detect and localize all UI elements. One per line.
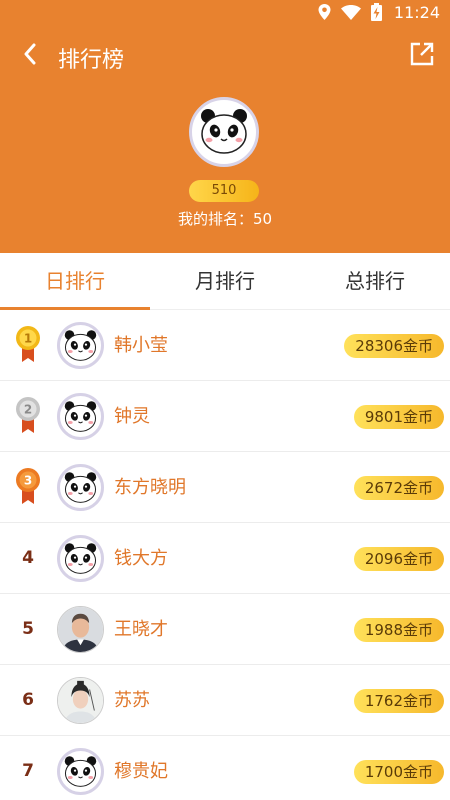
list-item[interactable]: 7 穆贵妃 1700金币: [0, 736, 450, 800]
page-title: 排行榜: [58, 48, 125, 73]
svg-text:3: 3: [24, 474, 32, 488]
man-photo-avatar-icon: [58, 607, 103, 652]
rank-number: 4: [22, 548, 34, 568]
share-button[interactable]: [406, 40, 438, 72]
share-external-icon: [410, 42, 434, 70]
user-name: 钱大方: [114, 548, 168, 569]
panda-avatar-icon: [64, 542, 97, 574]
costume-photo-avatar-icon: [58, 678, 103, 723]
list-item[interactable]: 2 钟灵 9801金币: [0, 381, 450, 452]
list-item[interactable]: 1 韩小莹 28306金币: [0, 310, 450, 381]
coins-badge: 28306金币: [344, 334, 444, 358]
user-name: 韩小莹: [114, 335, 168, 356]
coins-badge: 1762金币: [353, 689, 444, 713]
tab-total[interactable]: 总排行: [300, 253, 450, 309]
top-bar: 排行榜: [0, 32, 450, 80]
coins-badge: 9801金币: [353, 405, 444, 429]
my-rank-text: 我的排名：50: [177, 210, 273, 228]
list-item[interactable]: 6 苏苏 1762金币: [0, 665, 450, 736]
avatar: [57, 322, 104, 369]
user-name: 苏苏: [114, 690, 150, 711]
list-item[interactable]: 3 东方晓明 2672金币: [0, 452, 450, 523]
panda-avatar-icon: [64, 471, 97, 503]
user-name: 钟灵: [114, 406, 150, 427]
tab-daily[interactable]: 日排行: [0, 253, 150, 310]
avatar: [57, 464, 104, 511]
avatar: [57, 677, 104, 724]
status-bar: 11:24: [318, 0, 440, 24]
panda-avatar-icon: [64, 400, 97, 432]
user-name: 王晓才: [114, 619, 168, 640]
my-coins-badge: 510: [189, 180, 259, 202]
bronze-medal-icon: 3: [14, 466, 42, 506]
user-name: 东方晓明: [114, 477, 186, 498]
rank-number: 6: [22, 690, 34, 710]
status-time: 11:24: [393, 2, 440, 22]
coins-badge: 1988金币: [353, 618, 444, 642]
tab-monthly[interactable]: 月排行: [150, 253, 300, 309]
list-item[interactable]: 4 钱大方 2096金币: [0, 523, 450, 594]
avatar: [57, 748, 104, 795]
battery-charging-icon: [370, 3, 382, 21]
coins-badge: 1700金币: [353, 760, 444, 784]
avatar: [57, 393, 104, 440]
avatar: [57, 535, 104, 582]
chevron-left-icon: [23, 43, 37, 69]
svg-text:2: 2: [24, 403, 32, 417]
list-item[interactable]: 5 王晓才 1988金币: [0, 594, 450, 665]
header-panel: 11:24 排行榜 510 我的排名：50: [0, 0, 450, 253]
avatar: [57, 606, 104, 653]
silver-medal-icon: 2: [14, 395, 42, 435]
my-avatar[interactable]: [189, 97, 259, 167]
panda-avatar-icon: [64, 755, 97, 787]
rank-number: 5: [22, 619, 34, 639]
ranking-tabs: 日排行 月排行 总排行: [0, 253, 450, 310]
gold-medal-icon: 1: [14, 324, 42, 364]
wifi-icon: [340, 4, 361, 20]
user-name: 穆贵妃: [114, 761, 168, 782]
panda-avatar-icon: [64, 329, 97, 361]
leaderboard-list: 1 韩小莹 28306金币 2 钟灵 9801金币 3 东方晓明 2672金币 …: [0, 310, 450, 800]
rank-number: 7: [22, 761, 34, 781]
location-icon: [318, 4, 331, 20]
coins-badge: 2096金币: [353, 547, 444, 571]
back-button[interactable]: [16, 40, 44, 72]
coins-badge: 2672金币: [353, 476, 444, 500]
svg-text:1: 1: [24, 332, 32, 346]
panda-avatar-icon: [201, 109, 247, 154]
